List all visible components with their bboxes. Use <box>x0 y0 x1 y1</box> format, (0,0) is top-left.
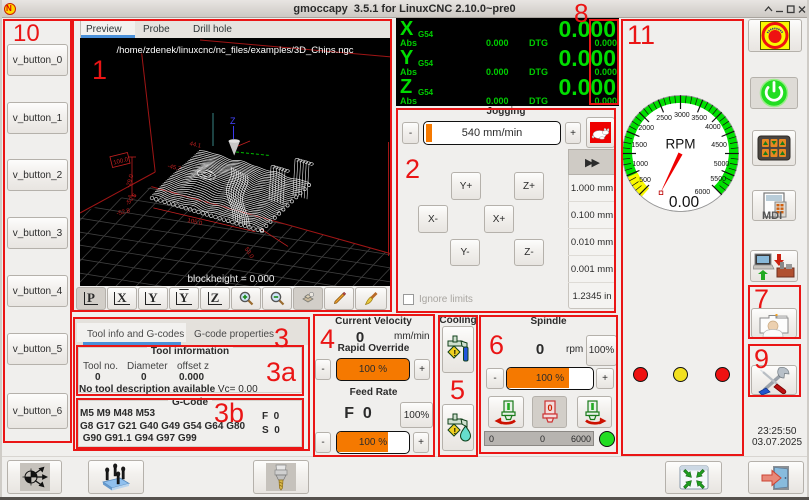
svg-text:MDI: MDI <box>762 210 782 221</box>
